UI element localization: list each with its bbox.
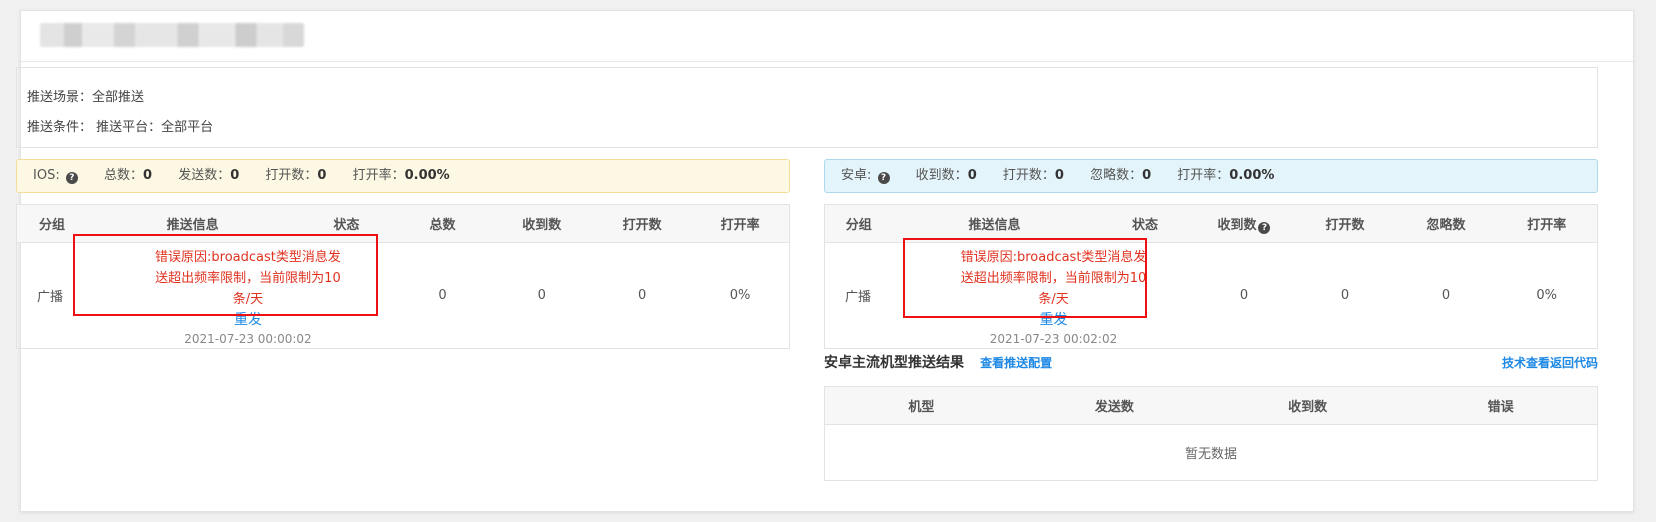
push-info-box: 推送场景：全部推送 推送条件： 推送平台：全部平台 (16, 67, 1598, 148)
stat-value: 0 (317, 168, 327, 183)
col-opened: 打开数 (1294, 204, 1396, 243)
view-push-config-link[interactable]: 查看推送配置 (980, 356, 1052, 370)
model-result-table: 机型 发送数 收到数 错误 暂无数据 (824, 386, 1598, 481)
col-open-rate: 打开率 (1496, 204, 1598, 243)
android-platform: 安卓: ? (841, 168, 890, 184)
scene-label: 推送场景： (27, 90, 93, 105)
push-info-cell: 错误原因:broadcast类型消息发送超出频率限制，当前限制为10条/天 重发… (87, 243, 394, 349)
col-model: 机型 (824, 386, 1018, 425)
scene-value: 全部推送 (92, 90, 145, 105)
stat-label: 发送数： (178, 168, 231, 183)
open-rate-cell: 0% (1536, 288, 1558, 303)
android-platform-label: 安卓: (841, 168, 872, 183)
condition-value: 推送平台：全部平台 (96, 120, 214, 135)
ios-platform-label: IOS: (33, 168, 60, 183)
stat-value: 0 (143, 168, 153, 183)
ios-result-table: 分组 推送信息 状态 总数 收到数 打开数 打开率 广播 错误原因:broadc… (16, 204, 790, 349)
model-section-title: 安卓主流机型推送结果 (824, 355, 964, 371)
open-rate-cell: 0% (729, 288, 751, 303)
col-sent: 发送数 (1017, 386, 1211, 425)
col-ignored: 忽略数 (1395, 204, 1497, 243)
col-status: 状态 (298, 204, 395, 243)
col-error: 错误 (1404, 386, 1598, 425)
stat-label: 打开数： (265, 168, 318, 183)
push-time: 2021-07-23 00:02:02 (989, 332, 1118, 346)
help-icon[interactable]: ? (1258, 221, 1271, 234)
view-return-code-link[interactable]: 技术查看返回代码 (1502, 350, 1598, 376)
stat-value: 0 (1142, 168, 1152, 183)
group-cell: 广播 (37, 290, 64, 305)
ios-stat-opened: 打开数：0 (265, 168, 326, 183)
col-total: 总数 (394, 204, 491, 243)
stat-label: 忽略数： (1090, 168, 1143, 183)
stat-value: 0.00% (404, 168, 450, 183)
col-push-info: 推送信息 (892, 204, 1097, 243)
stat-label: 收到数： (915, 168, 968, 183)
error-reason: 错误原因:broadcast类型消息发送超出频率限制，当前限制为10条/天 (960, 250, 1147, 307)
received-cell: 0 (537, 288, 546, 303)
android-stat-received: 收到数：0 (916, 168, 977, 183)
col-received: 收到数? (1193, 204, 1295, 243)
opened-cell: 0 (1340, 288, 1350, 303)
stat-value: 0 (230, 168, 240, 183)
col-open-rate: 打开率 (691, 204, 790, 243)
android-summary-bar: 安卓: ? 收到数：0 打开数：0 忽略数：0 打开率：0.00% (824, 159, 1598, 193)
table-row: 暂无数据 (825, 425, 1598, 481)
ios-stat-open-rate: 打开率：0.00% (353, 168, 450, 183)
push-info-cell: 错误原因:broadcast类型消息发送超出频率限制，当前限制为10条/天 重发… (893, 243, 1194, 349)
col-group: 分组 (824, 204, 893, 243)
resend-link[interactable]: 重发 (153, 310, 343, 330)
table-header-row: 分组 推送信息 状态 总数 收到数 打开数 打开率 (16, 204, 790, 243)
empty-state: 暂无数据 (1184, 447, 1237, 462)
model-section-header: 安卓主流机型推送结果 查看推送配置 技术查看返回代码 (824, 350, 1598, 376)
blurred-title (40, 23, 304, 47)
col-opened: 打开数 (592, 204, 692, 243)
stat-label: 打开数： (1002, 168, 1055, 183)
opened-cell: 0 (637, 288, 647, 303)
stat-label: 打开率： (1177, 168, 1230, 183)
col-group: 分组 (16, 204, 87, 243)
ios-summary-bar: IOS: ? 总数：0 发送数：0 打开数：0 打开率：0.00% (16, 159, 790, 193)
col-received: 收到数 (490, 204, 593, 243)
push-info-content: 错误原因:broadcast类型消息发送超出频率限制，当前限制为10条/天 重发… (959, 243, 1149, 348)
card-header (21, 11, 1633, 62)
stat-value: 0 (967, 168, 977, 183)
table-row: 广播 错误原因:broadcast类型消息发送超出频率限制，当前限制为10条/天… (17, 243, 790, 349)
stat-label: 打开率： (352, 168, 405, 183)
table-header-row: 分组 推送信息 状态 收到数? 打开数 忽略数 打开率 (824, 204, 1598, 243)
android-stat-opened: 打开数：0 (1003, 168, 1064, 183)
group-cell: 广播 (845, 290, 872, 305)
table-header-row: 机型 发送数 收到数 错误 (824, 386, 1598, 425)
help-icon[interactable]: ? (65, 172, 78, 184)
ios-panel: IOS: ? 总数：0 发送数：0 打开数：0 打开率：0.00% 分组 推送信… (16, 159, 790, 349)
total-cell: 0 (438, 288, 447, 303)
col-received-label: 收到数 (1217, 217, 1257, 233)
push-scene-line: 推送场景：全部推送 (27, 83, 1587, 113)
stat-label: 总数： (103, 168, 143, 183)
android-result-table: 分组 推送信息 状态 收到数? 打开数 忽略数 打开率 广播 错误原因:broa… (824, 204, 1598, 349)
android-panel: 安卓: ? 收到数：0 打开数：0 忽略数：0 打开率：0.00% 分组 推送信… (824, 159, 1598, 349)
col-received: 收到数 (1211, 386, 1405, 425)
table-row: 广播 错误原因:broadcast类型消息发送超出频率限制，当前限制为10条/天… (825, 243, 1598, 349)
condition-label: 推送条件： (27, 120, 93, 135)
push-info-content: 错误原因:broadcast类型消息发送超出频率限制，当前限制为10条/天 重发… (153, 243, 343, 348)
col-push-info: 推送信息 (86, 204, 299, 243)
android-stat-ignored: 忽略数：0 (1090, 168, 1151, 183)
help-icon[interactable]: ? (877, 172, 890, 184)
col-status: 状态 (1096, 204, 1194, 243)
resend-link[interactable]: 重发 (959, 310, 1149, 330)
stat-value: 0 (1054, 168, 1064, 183)
received-cell: 0 (1239, 288, 1249, 303)
ios-stat-total: 总数：0 (104, 168, 152, 183)
stat-value: 0.00% (1229, 168, 1275, 183)
android-stat-open-rate: 打开率：0.00% (1177, 168, 1274, 183)
ios-platform: IOS: ? (33, 168, 78, 184)
ignored-cell: 0 (1441, 288, 1451, 303)
push-condition-line: 推送条件： 推送平台：全部平台 (27, 113, 1587, 143)
error-reason: 错误原因:broadcast类型消息发送超出频率限制，当前限制为10条/天 (155, 250, 341, 307)
push-time: 2021-07-23 00:00:02 (184, 332, 312, 346)
ios-stat-sent: 发送数：0 (178, 168, 239, 183)
